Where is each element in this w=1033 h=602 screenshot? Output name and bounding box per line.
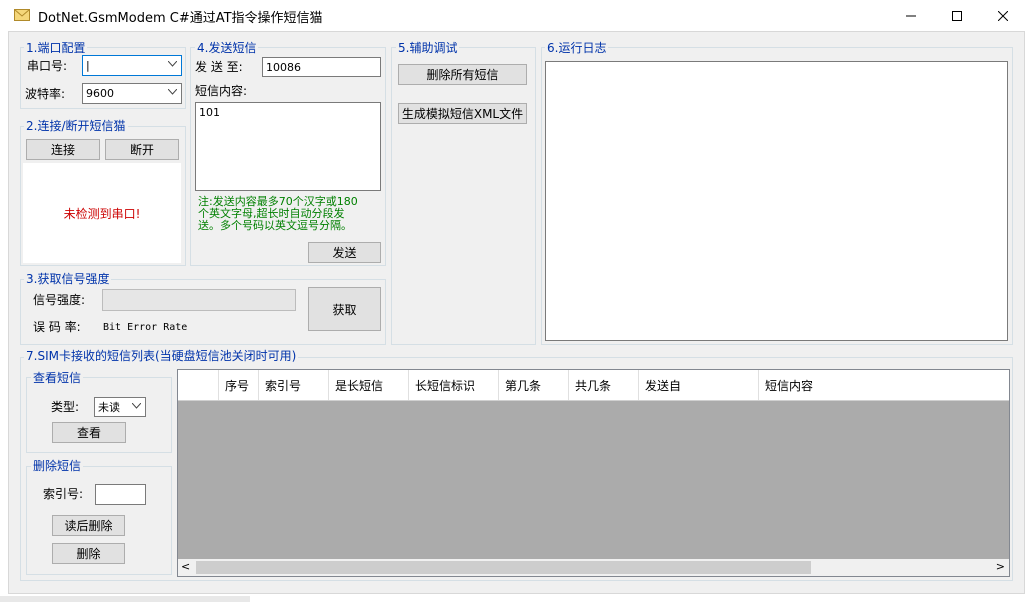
col-header[interactable]: 长短信标识 <box>409 370 499 400</box>
strength-label: 信号强度: <box>33 293 86 307</box>
assist-title: 5.辅助调试 <box>396 41 460 55</box>
col-header[interactable]: 是长短信 <box>329 370 409 400</box>
taskbar-strip <box>0 596 250 602</box>
send-sms-title: 4.发送短信 <box>195 41 259 55</box>
port-label: 串口号: <box>27 59 68 73</box>
assist-group <box>391 47 536 345</box>
send-to-label: 发 送 至: <box>195 60 243 74</box>
log-title: 6.运行日志 <box>545 41 609 55</box>
error-rate-value: Bit Error Rate <box>103 322 188 333</box>
type-select[interactable]: 未读 <box>94 397 146 417</box>
send-button[interactable]: 发送 <box>308 242 381 263</box>
view-sms-title: 查看短信 <box>31 371 84 385</box>
col-header[interactable]: 第几条 <box>499 370 569 400</box>
col-header[interactable]: 共几条 <box>569 370 639 400</box>
disconnect-button[interactable]: 断开 <box>105 139 179 160</box>
scrollbar-thumb[interactable] <box>196 561 811 574</box>
generate-xml-button[interactable]: 生成模拟短信XML文件 <box>398 103 527 124</box>
read-delete-button[interactable]: 读后删除 <box>52 515 125 536</box>
status-text: 未检测到串口! <box>63 206 141 221</box>
signal-strength-bar <box>102 289 296 311</box>
delete-all-sms-button[interactable]: 删除所有短信 <box>398 64 527 85</box>
type-value: 未读 <box>98 401 120 414</box>
send-to-input[interactable]: 10086 <box>262 57 381 77</box>
view-button[interactable]: 查看 <box>52 422 126 443</box>
horizontal-scrollbar[interactable]: < > <box>178 559 1009 576</box>
chevron-down-icon <box>168 89 177 95</box>
title-bar: DotNet.GsmModem C#通过AT指令操作短信猫 <box>0 0 1033 31</box>
grid-header: 序号 索引号 是长短信 长短信标识 第几条 共几条 发送自 短信内容 <box>178 370 1009 401</box>
col-header[interactable]: 索引号 <box>259 370 329 400</box>
content-label: 短信内容: <box>195 84 248 98</box>
baud-label: 波特率: <box>25 87 66 101</box>
maximize-button[interactable] <box>934 0 980 31</box>
type-label: 类型: <box>51 400 80 414</box>
log-textarea[interactable] <box>545 61 1008 341</box>
status-panel: 未检测到串口! <box>23 163 181 263</box>
row-header-corner <box>178 370 219 400</box>
content-textarea[interactable]: 101 <box>195 102 381 191</box>
baud-select[interactable]: 9600 <box>82 83 182 104</box>
col-header[interactable]: 短信内容 <box>759 370 1009 400</box>
index-input[interactable] <box>95 484 146 505</box>
connect-button[interactable]: 连接 <box>26 139 100 160</box>
sim-list-title: 7.SIM卡接收的短信列表(当硬盘短信池关闭时可用) <box>24 349 299 363</box>
port-select[interactable]: | <box>82 55 182 76</box>
get-signal-button[interactable]: 获取 <box>308 287 381 331</box>
minimize-icon <box>906 15 916 16</box>
maximize-icon <box>952 10 962 21</box>
signal-title: 3.获取信号强度 <box>24 272 112 286</box>
close-button[interactable] <box>980 0 1026 31</box>
chevron-down-icon <box>168 61 177 67</box>
scroll-right-arrow[interactable]: > <box>996 560 1005 573</box>
col-header[interactable]: 序号 <box>219 370 259 400</box>
chevron-down-icon <box>132 403 141 409</box>
col-header[interactable]: 发送自 <box>639 370 759 400</box>
port-config-title: 1.端口配置 <box>24 41 88 55</box>
baud-value: 9600 <box>86 87 114 100</box>
window-title: DotNet.GsmModem C#通过AT指令操作短信猫 <box>38 11 323 26</box>
note-line-3: 送。多个号码以英文逗号分隔。 <box>198 219 352 232</box>
connect-title: 2.连接/断开短信猫 <box>24 119 128 133</box>
error-rate-label: 误 码 率: <box>33 320 81 334</box>
minimize-button[interactable] <box>888 0 934 31</box>
send-note: 注:发送内容最多70个汉字或180 个英文字母,超长时自动分段发 送。多个号码以… <box>198 196 358 232</box>
index-label: 索引号: <box>43 487 84 501</box>
delete-sms-title: 删除短信 <box>31 459 84 473</box>
close-icon <box>998 10 1008 21</box>
sms-grid[interactable]: 序号 索引号 是长短信 长短信标识 第几条 共几条 发送自 短信内容 < > <box>177 369 1010 577</box>
envelope-icon <box>14 9 30 21</box>
port-value: | <box>86 59 90 72</box>
delete-button[interactable]: 删除 <box>52 543 125 564</box>
scroll-left-arrow[interactable]: < <box>181 560 190 573</box>
